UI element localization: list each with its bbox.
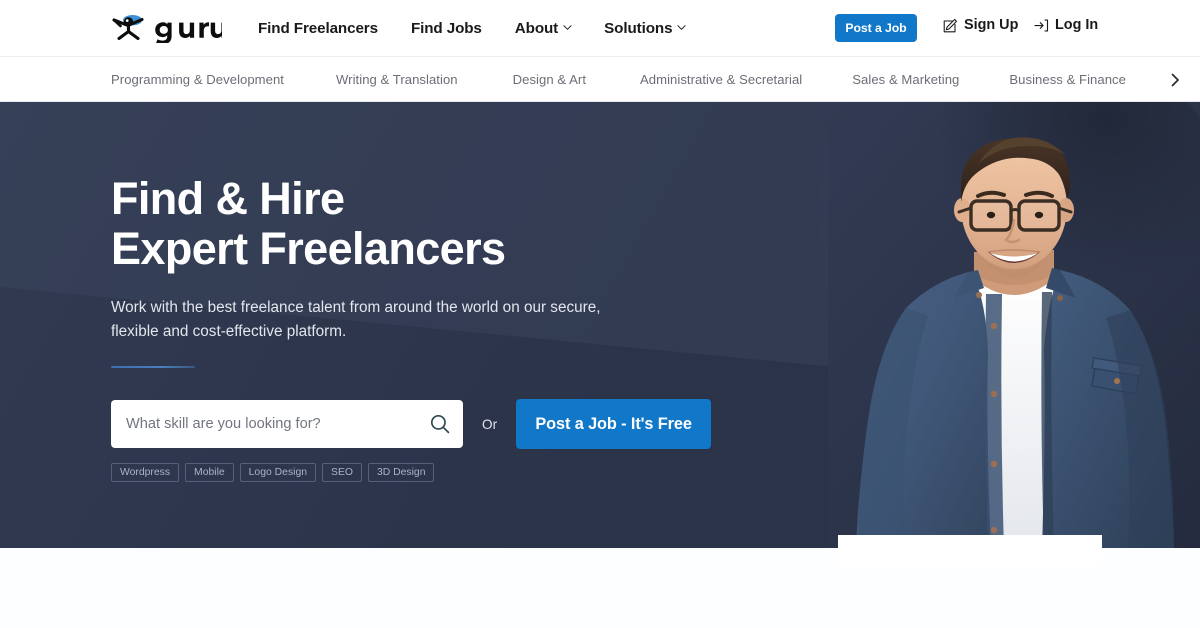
category-item-design-art[interactable]: Design & Art xyxy=(513,72,586,87)
post-a-job-button-header[interactable]: Post a Job xyxy=(835,14,917,42)
hero-content: Find & Hire Expert Freelancers Work with… xyxy=(111,102,751,482)
hero-search-row: Or Post a Job - It's Free xyxy=(111,399,751,449)
nav-item-solutions[interactable]: Solutions xyxy=(604,19,687,37)
tag-wordpress[interactable]: Wordpress xyxy=(111,463,180,482)
edit-square-icon xyxy=(943,18,958,33)
nav-label: Find Freelancers xyxy=(258,19,378,37)
sign-up-link[interactable]: Sign Up xyxy=(943,17,1018,33)
hero-title-line-1: Find & Hire xyxy=(111,173,345,224)
nav-item-find-jobs[interactable]: Find Jobs xyxy=(411,20,482,37)
category-item-programming-development[interactable]: Programming & Development xyxy=(111,72,284,87)
category-item-administrative-secretarial[interactable]: Administrative & Secretarial xyxy=(640,72,802,87)
nav-item-find-freelancers[interactable]: Find Freelancers xyxy=(258,20,378,37)
or-separator-label: Or xyxy=(482,416,498,432)
tag-logo-design[interactable]: Logo Design xyxy=(239,463,317,482)
guru-logo[interactable] xyxy=(111,13,223,43)
category-item-sales-marketing[interactable]: Sales & Marketing xyxy=(852,72,959,87)
hero-title: Find & Hire Expert Freelancers xyxy=(111,174,751,274)
hero-title-line-2: Expert Freelancers xyxy=(111,223,506,274)
log-in-link[interactable]: Log In xyxy=(1034,17,1098,33)
category-item-writing-translation[interactable]: Writing & Translation xyxy=(336,72,458,87)
hero-overlay-card xyxy=(838,535,1102,565)
nav-label: Find Jobs xyxy=(410,19,482,37)
search-input[interactable] xyxy=(126,401,426,447)
nav-label: Solutions xyxy=(604,19,673,37)
search-submit-button[interactable] xyxy=(429,413,451,435)
sign-up-label: Sign Up xyxy=(964,17,1019,33)
post-a-job-free-button[interactable]: Post a Job - It's Free xyxy=(516,399,712,449)
category-scroll-fade xyxy=(1126,58,1162,101)
search-box[interactable] xyxy=(111,400,463,448)
log-in-label: Log In xyxy=(1055,17,1099,33)
category-nav-bar: Programming & Development Writing & Tran… xyxy=(0,56,1200,102)
hero-subtitle: Work with the best freelance talent from… xyxy=(111,299,601,340)
popular-skill-tags: Wordpress Mobile Logo Design SEO 3D Desi… xyxy=(111,463,751,482)
hero-accent-rule xyxy=(111,366,195,368)
main-navigation: Find Freelancers Find Jobs About Solutio… xyxy=(258,0,687,56)
nav-label: About xyxy=(514,19,559,37)
tag-mobile[interactable]: Mobile xyxy=(185,463,234,482)
category-list: Programming & Development Writing & Tran… xyxy=(111,57,1126,101)
category-next-button[interactable] xyxy=(1162,58,1200,101)
chevron-down-icon xyxy=(677,23,687,31)
hero-section: Find & Hire Expert Freelancers Work with… xyxy=(0,102,1200,548)
top-header: Find Freelancers Find Jobs About Solutio… xyxy=(0,0,1200,56)
chevron-down-icon xyxy=(563,23,572,31)
category-item-business-finance[interactable]: Business & Finance xyxy=(1009,72,1126,87)
search-icon xyxy=(429,413,451,435)
hero-photo xyxy=(828,102,1200,548)
login-arrow-icon xyxy=(1034,18,1049,33)
guru-stickman-logo-icon xyxy=(111,13,223,43)
tag-3d-design[interactable]: 3D Design xyxy=(367,463,435,482)
page-root: Find Freelancers Find Jobs About Solutio… xyxy=(0,0,1200,628)
nav-item-about[interactable]: About xyxy=(514,19,572,37)
chevron-right-icon xyxy=(1170,73,1180,87)
tag-seo[interactable]: SEO xyxy=(322,463,362,482)
